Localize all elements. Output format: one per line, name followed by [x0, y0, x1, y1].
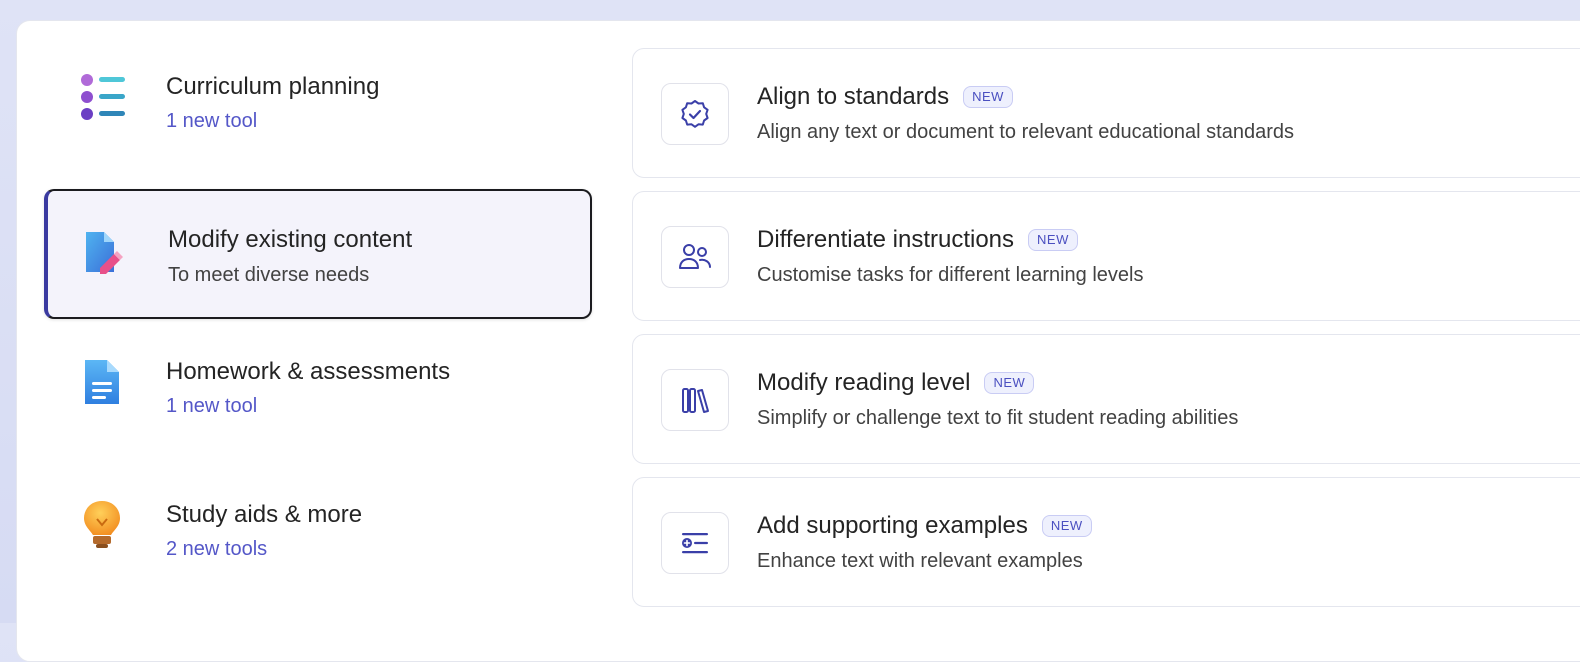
tool-differentiate-instructions[interactable]: Differentiate instructions NEW Customise… — [632, 191, 1580, 321]
people-icon — [661, 226, 729, 288]
new-badge: NEW — [963, 86, 1013, 108]
tool-title: Modify reading level NEW — [757, 369, 1035, 397]
category-title: Curriculum planning — [166, 73, 380, 100]
category-curriculum-planning[interactable]: Curriculum planning 1 new tool — [44, 36, 592, 166]
tool-modify-reading-level[interactable]: Modify reading level NEW Simplify or cha… — [632, 334, 1580, 464]
tool-align-to-standards[interactable]: Align to standards NEW Align any text or… — [632, 48, 1580, 178]
category-subtitle: 2 new tools — [166, 538, 268, 560]
tool-title: Add supporting examples NEW — [757, 512, 1092, 540]
new-badge: NEW — [1041, 515, 1092, 537]
document-icon — [76, 356, 128, 408]
tool-title-text: Differentiate instructions — [757, 226, 1015, 253]
tool-add-supporting-examples[interactable]: Add supporting examples NEW Enhance text… — [632, 477, 1580, 607]
lightbulb-icon — [76, 499, 128, 551]
edit-document-icon — [76, 226, 128, 278]
tool-description: Simplify or challenge text to fit studen… — [757, 407, 1239, 429]
add-text-icon — [661, 512, 729, 574]
tool-title: Align to standards NEW — [757, 83, 1013, 111]
new-badge: NEW — [984, 372, 1035, 394]
category-subtitle: 1 new tool — [166, 110, 258, 132]
tool-description: Enhance text with relevant examples — [757, 550, 1083, 572]
category-title: Modify existing content — [168, 226, 413, 253]
category-title: Homework & assessments — [166, 358, 451, 385]
category-study-aids[interactable]: Study aids & more 2 new tools — [44, 464, 592, 594]
category-subtitle: 1 new tool — [166, 395, 258, 417]
category-subtitle: To meet diverse needs — [168, 264, 370, 286]
list-icon — [76, 71, 128, 123]
checkmark-badge-icon — [661, 83, 729, 145]
category-modify-existing-content[interactable]: Modify existing content To meet diverse … — [44, 189, 592, 319]
tool-title-text: Align to standards — [757, 83, 950, 110]
tool-description: Customise tasks for different learning l… — [757, 264, 1144, 286]
tool-title: Differentiate instructions NEW — [757, 226, 1078, 254]
tool-title-text: Add supporting examples — [757, 512, 1028, 539]
category-homework-assessments[interactable]: Homework & assessments 1 new tool — [44, 321, 592, 451]
category-title: Study aids & more — [166, 501, 363, 528]
books-icon — [661, 369, 729, 431]
tool-description: Align any text or document to relevant e… — [757, 121, 1294, 143]
new-badge: NEW — [1028, 229, 1078, 251]
tool-title-text: Modify reading level — [757, 369, 971, 396]
